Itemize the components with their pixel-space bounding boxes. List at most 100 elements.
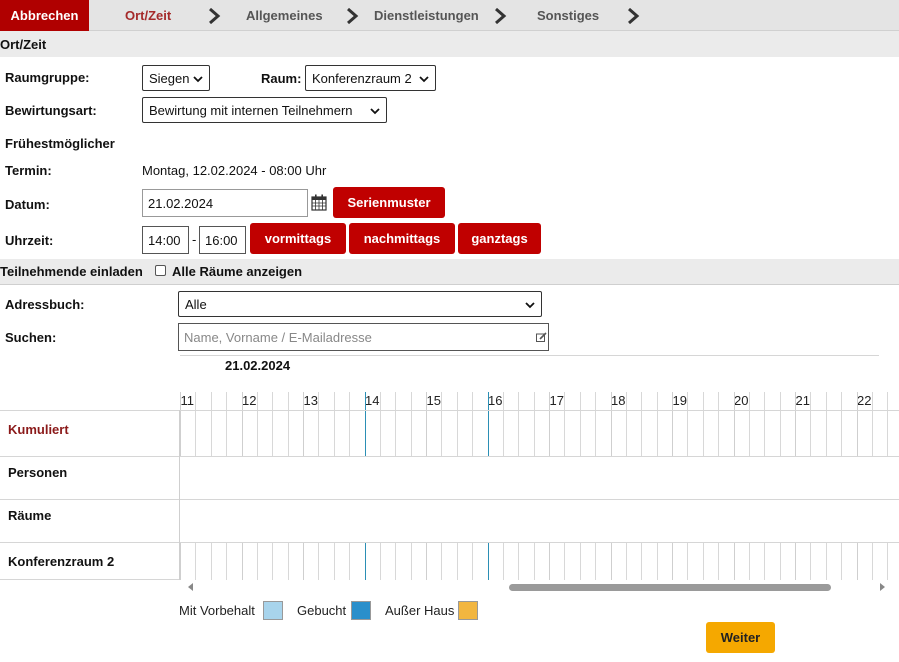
hour-tick [764, 392, 765, 410]
selection-marker [488, 392, 489, 410]
alle-raeume-checkbox[interactable] [155, 265, 166, 276]
grid-line [887, 411, 888, 456]
selection-marker [488, 543, 489, 580]
step-allgemeines[interactable]: Allgemeines [246, 0, 323, 31]
row-label-kumuliert: Kumuliert [8, 422, 69, 437]
hour-tick [549, 392, 550, 410]
grid-line [549, 411, 550, 456]
hour-tick [226, 392, 227, 410]
hour-tick [411, 392, 412, 410]
weiter-button[interactable]: Weiter [706, 622, 775, 653]
adressbuch-value: Alle [185, 296, 207, 312]
hour-tick [534, 392, 535, 410]
grid-line [518, 411, 519, 456]
grid-line [303, 543, 304, 580]
hour-tick [703, 392, 704, 410]
row-label-personen: Personen [8, 465, 68, 480]
grid-line [749, 543, 750, 580]
alle-raeume-label: Alle Räume anzeigen [172, 264, 303, 279]
grid-line [426, 411, 427, 456]
hour-tick [672, 392, 673, 410]
grid-line [857, 411, 858, 456]
bewirtung-value: Bewirtung mit internen Teilnehmern [149, 102, 353, 118]
grid-line [580, 543, 581, 580]
grid-line [334, 411, 335, 456]
grid-line [318, 543, 319, 580]
grid-line [887, 543, 888, 580]
grid-line [211, 543, 212, 580]
legend-label-ausser-haus: Außer Haus [385, 603, 455, 618]
grid-line [826, 543, 827, 580]
grid-line [687, 411, 688, 456]
hour-tick [503, 392, 504, 410]
row-divider [0, 542, 899, 543]
grid-line [272, 411, 273, 456]
grid-line [272, 543, 273, 580]
hour-tick [349, 392, 350, 410]
ganztags-button[interactable]: ganztags [458, 223, 541, 254]
hour-label: 20 [734, 393, 749, 408]
step-ort-zeit[interactable]: Ort/Zeit [125, 0, 171, 31]
step-dienstleistungen[interactable]: Dienstleistungen [374, 0, 479, 31]
scroll-left-arrow[interactable] [188, 583, 193, 591]
datum-input[interactable]: 21.02.2024 [142, 189, 308, 217]
grid-line [534, 411, 535, 456]
grid-line [872, 543, 873, 580]
raum-select[interactable]: Konferenzraum 2 [305, 65, 436, 91]
fruehest-value: Montag, 12.02.2024 - 08:00 Uhr [142, 163, 327, 178]
grid-line [226, 411, 227, 456]
datum-value: 21.02.2024 [148, 195, 214, 211]
time-to-input[interactable]: 16:00 [199, 226, 246, 254]
grid-line [672, 411, 673, 456]
grid-line [611, 543, 612, 580]
hour-tick [472, 392, 473, 410]
grid-line [226, 543, 227, 580]
chevron-right-icon [347, 8, 359, 24]
hour-tick [395, 392, 396, 410]
grid-line [641, 411, 642, 456]
raumgruppe-value: Siegen [149, 70, 190, 86]
step-sonstiges[interactable]: Sonstiges [537, 0, 599, 31]
grid-line [764, 411, 765, 456]
grid-line [288, 411, 289, 456]
grid-line [780, 543, 781, 580]
raumgruppe-select[interactable]: Siegen [142, 65, 210, 91]
serienmuster-button[interactable]: Serienmuster [333, 187, 445, 218]
hour-label: 16 [488, 393, 503, 408]
hour-label: 11 [180, 393, 195, 408]
hour-tick [749, 392, 750, 410]
selection-marker [488, 411, 489, 456]
selection-marker [365, 392, 366, 410]
nachmittags-button[interactable]: nachmittags [349, 223, 455, 254]
abort-button[interactable]: Abbrechen [0, 0, 89, 31]
edit-icon[interactable] [536, 332, 547, 342]
grid-line [549, 543, 550, 580]
grid-line [810, 543, 811, 580]
adressbuch-select[interactable]: Alle [178, 291, 542, 317]
timeline-divider [180, 355, 879, 356]
horizontal-scrollbar-thumb[interactable] [509, 584, 831, 591]
bewirtung-select[interactable]: Bewirtung mit internen Teilnehmern [142, 97, 387, 123]
row-label-konferenzraum: Konferenzraum 2 [8, 554, 115, 569]
chevron-down-icon [370, 108, 380, 115]
chevron-right-icon [495, 8, 507, 24]
hour-tick [580, 392, 581, 410]
grid-line [626, 543, 627, 580]
scroll-right-arrow[interactable] [880, 583, 885, 591]
legend-label-gebucht: Gebucht [297, 603, 347, 618]
hour-tick [272, 392, 273, 410]
hour-tick [657, 392, 658, 410]
hour-label: 17 [549, 393, 564, 408]
time-from-input[interactable]: 14:00 [142, 226, 189, 254]
hour-label: 12 [242, 393, 257, 408]
hour-tick [718, 392, 719, 410]
grid-line [380, 411, 381, 456]
grid-line [734, 411, 735, 456]
calendar-icon[interactable] [311, 194, 327, 211]
hour-tick [288, 392, 289, 410]
raum-value: Konferenzraum 2 [312, 70, 412, 86]
vormittags-button[interactable]: vormittags [250, 223, 346, 254]
selection-marker [365, 411, 366, 456]
search-input[interactable]: Name, Vorname / E-Mailadresse [178, 323, 549, 351]
grid-line [334, 543, 335, 580]
